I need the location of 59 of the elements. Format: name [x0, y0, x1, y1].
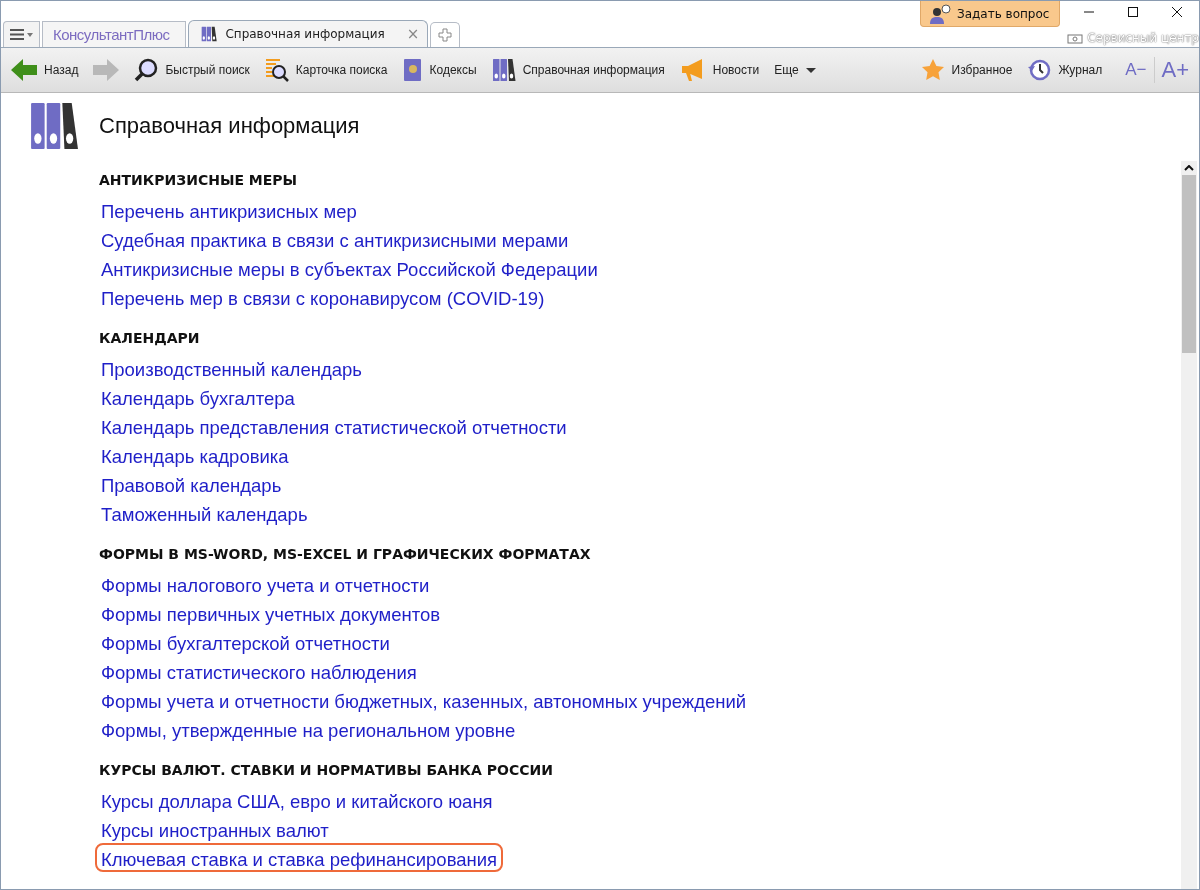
- font-decrease-button[interactable]: A−: [1117, 60, 1155, 80]
- reference-link[interactable]: Календарь представления статистической отчетности: [95, 411, 573, 440]
- reference-link[interactable]: Формы налогового учета и отчетности: [95, 569, 436, 598]
- reference-link[interactable]: Формы статистического наблюдения: [95, 656, 423, 685]
- scrollbar[interactable]: [1181, 161, 1197, 889]
- search-icon: [134, 58, 159, 82]
- reference-link[interactable]: Формы первичных учетных документов: [95, 598, 447, 627]
- more-button[interactable]: Еще: [774, 63, 816, 77]
- reference-link[interactable]: Курсы доллара США, евро и китайского юаня: [95, 785, 499, 814]
- reference-link[interactable]: Курсы иностранных валют: [95, 814, 335, 843]
- caret-icon[interactable]: [27, 32, 33, 37]
- app-logo[interactable]: КонсультантПлюс: [42, 21, 187, 47]
- clock-icon: [1027, 58, 1052, 82]
- search-card-icon: [264, 58, 289, 82]
- back-arrow-icon[interactable]: [11, 59, 37, 81]
- reference-link[interactable]: Календарь кадровика: [95, 440, 295, 469]
- page-title: Справочная информация: [99, 113, 360, 139]
- reference-link[interactable]: Перечень мер в связи с коронавирусом (COVID-19): [95, 282, 551, 311]
- menu-icon[interactable]: [10, 29, 24, 40]
- maximize-icon[interactable]: [1128, 7, 1138, 17]
- binders-icon: [491, 58, 516, 82]
- reference-link[interactable]: Формы, утвержденные на региональном уровне: [95, 714, 522, 743]
- close-icon[interactable]: [1172, 7, 1182, 17]
- section-heading: КАЛЕНДАРИ: [99, 329, 201, 348]
- reference-link[interactable]: Правовой календарь: [95, 469, 288, 498]
- book-icon: [402, 58, 423, 82]
- reference-link[interactable]: Антикризисные меры в субъектах Российской Федерации: [95, 253, 604, 282]
- document-tab[interactable]: Справочная информация ×: [188, 20, 429, 47]
- toolbar-button[interactable]: Справочная информация: [522, 63, 665, 77]
- reference-link[interactable]: Таможенный календарь: [95, 498, 314, 527]
- new-tab-button[interactable]: [430, 22, 461, 47]
- service-center-link[interactable]: Сервисный центр: [1087, 31, 1199, 45]
- reference-link[interactable]: Перечень антикризисных мер: [95, 195, 363, 224]
- menu-button[interactable]: [3, 21, 40, 47]
- toolbar-button[interactable]: Карточка поиска: [295, 63, 388, 77]
- binders-icon: [201, 26, 218, 42]
- section-heading: КУРСЫ ВАЛЮТ. СТАВКИ И НОРМАТИВЫ БАНКА РОССИИ: [99, 761, 554, 780]
- scrollbar-thumb[interactable]: [1182, 175, 1196, 353]
- reference-link[interactable]: Формы учета и отчетности бюджетных, казенных, автономных учреждений: [95, 685, 753, 714]
- reference-link[interactable]: Производственный календарь: [95, 353, 368, 382]
- reference-link[interactable]: Календарь бухгалтера: [95, 382, 301, 411]
- toolbar-button[interactable]: Назад: [44, 63, 79, 77]
- toolbar-button[interactable]: Избранное: [951, 63, 1013, 77]
- person-icon: [929, 3, 951, 24]
- section-heading: ФОРМЫ В MS-WORD, MS-EXCEL И ГРАФИЧЕСКИХ ФОРМАТАХ: [99, 545, 592, 564]
- section-heading: АНТИКРИЗИСНЫЕ МЕРЫ: [99, 171, 299, 190]
- toolbar-button[interactable]: Быстрый поиск: [165, 63, 250, 77]
- chevron-up-icon[interactable]: [1184, 165, 1194, 171]
- ask-question-button[interactable]: Задать вопрос: [920, 1, 1061, 27]
- plus-icon[interactable]: [438, 28, 453, 42]
- toolbar-button[interactable]: Журнал: [1058, 63, 1103, 77]
- binders-icon: [29, 101, 79, 151]
- reference-link[interactable]: Ключевая ставка и ставка рефинансирования: [95, 843, 504, 872]
- toolbar-button[interactable]: Кодексы: [429, 63, 477, 77]
- star-icon: [920, 58, 945, 82]
- toolbar-button[interactable]: Новости: [712, 63, 760, 77]
- reference-link[interactable]: Судебная практика в связи с антикризисными мерами: [95, 224, 575, 253]
- reference-link[interactable]: Формы бухгалтерской отчетности: [95, 627, 396, 656]
- font-increase-button[interactable]: A+: [1154, 57, 1195, 83]
